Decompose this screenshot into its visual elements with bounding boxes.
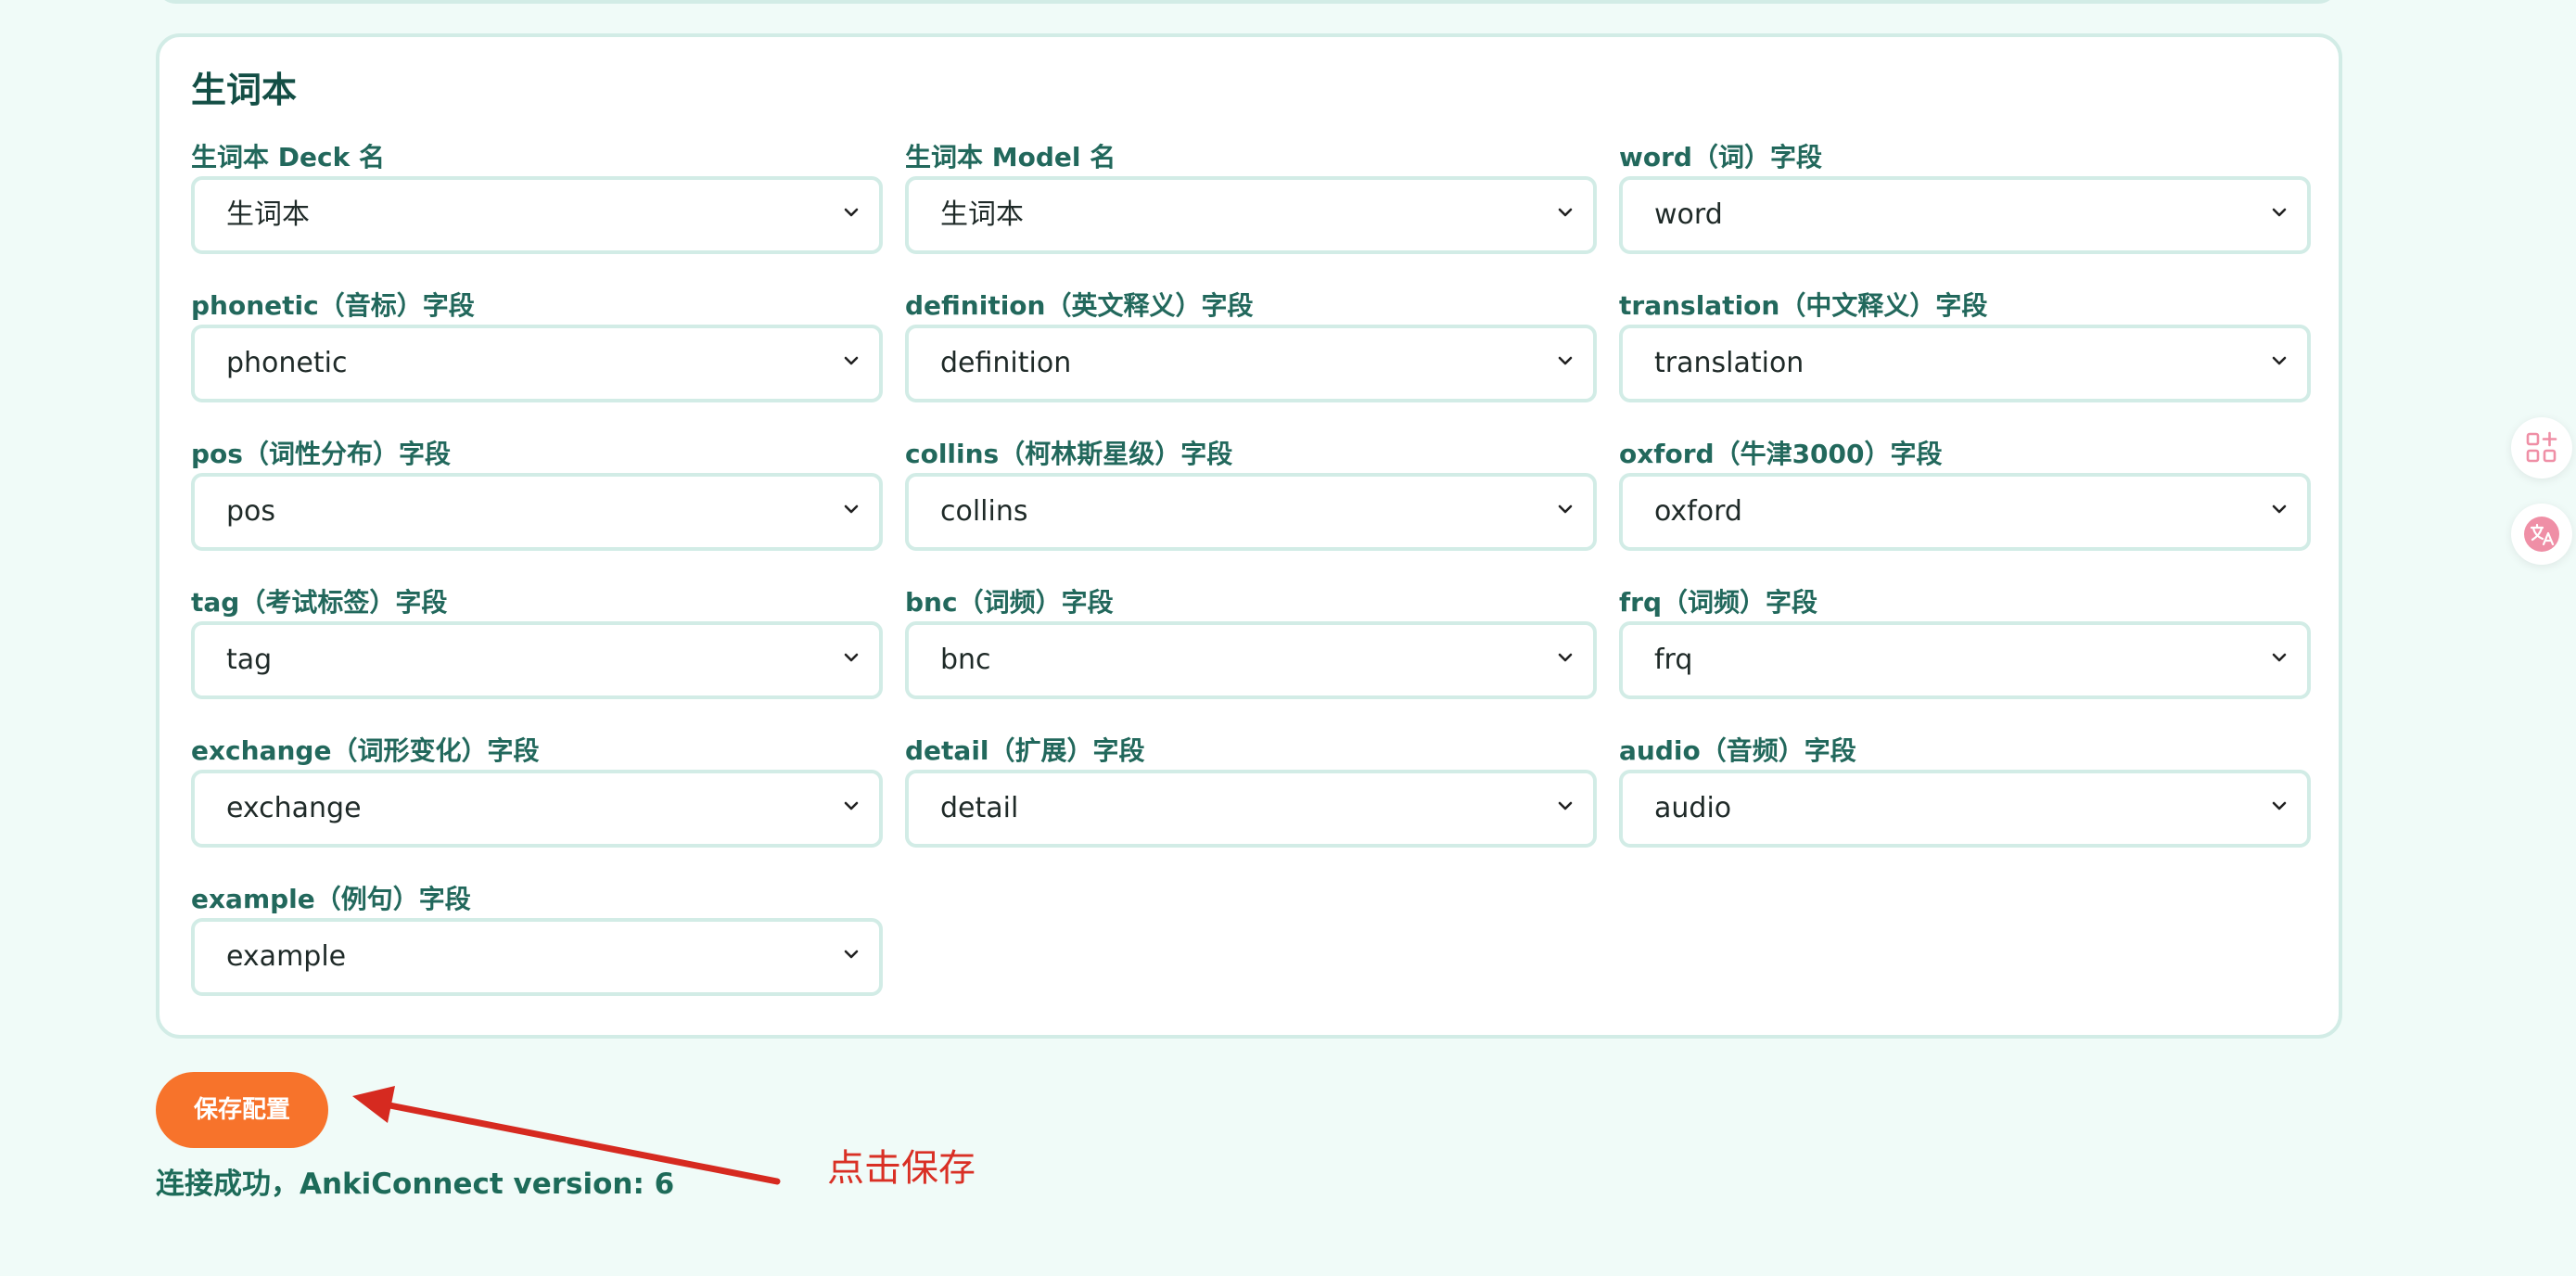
oxford-field-select[interactable]: oxford xyxy=(1619,473,2311,551)
translate-icon xyxy=(2524,517,2559,552)
annotation-label: 点击保存 xyxy=(827,1147,976,1190)
exchange-field-select[interactable]: exchange xyxy=(191,770,883,848)
chevron-down-icon xyxy=(1558,356,1573,365)
save-config-button[interactable]: 保存配置 xyxy=(156,1072,328,1148)
chevron-down-icon xyxy=(844,950,859,959)
field-tag: tag（考试标签）字段 tag xyxy=(191,587,883,699)
chevron-down-icon xyxy=(844,356,859,365)
connection-status: 连接成功，AnkiConnect version: 6 xyxy=(156,1168,675,1201)
field-audio: audio（音频）字段 audio xyxy=(1619,735,2311,848)
field-example: example（例句）字段 example xyxy=(191,884,883,996)
field-label: bnc（词频）字段 xyxy=(905,587,1114,618)
chevron-down-icon xyxy=(844,208,859,217)
select-value: collins xyxy=(940,495,1028,528)
field-label: example（例句）字段 xyxy=(191,884,471,914)
model-name-select[interactable]: 生词本 xyxy=(905,176,1597,254)
field-model-name: 生词本 Model 名 生词本 xyxy=(905,142,1597,254)
select-value: audio xyxy=(1654,792,1732,824)
select-value: oxford xyxy=(1654,495,1742,528)
select-value: definition xyxy=(940,347,1072,379)
select-value: exchange xyxy=(226,792,362,824)
frq-field-select[interactable]: frq xyxy=(1619,621,2311,699)
field-label: pos（词性分布）字段 xyxy=(191,439,451,469)
field-label: 生词本 Model 名 xyxy=(905,142,1116,172)
chevron-down-icon xyxy=(844,504,859,514)
bnc-field-select[interactable]: bnc xyxy=(905,621,1597,699)
chevron-down-icon xyxy=(2272,653,2287,662)
phonetic-field-select[interactable]: phonetic xyxy=(191,325,883,402)
example-field-select[interactable]: example xyxy=(191,918,883,996)
chevron-down-icon xyxy=(1558,208,1573,217)
field-label: definition（英文释义）字段 xyxy=(905,290,1254,321)
deck-name-select[interactable]: 生词本 xyxy=(191,176,883,254)
select-value: example xyxy=(226,940,347,973)
field-label: collins（柯林斯星级）字段 xyxy=(905,439,1233,469)
field-phonetic: phonetic（音标）字段 phonetic xyxy=(191,290,883,402)
field-label: translation（中文释义）字段 xyxy=(1619,290,1988,321)
tag-field-select[interactable]: tag xyxy=(191,621,883,699)
floating-apps-button[interactable] xyxy=(2511,417,2572,478)
detail-field-select[interactable]: detail xyxy=(905,770,1597,848)
field-deck-name: 生词本 Deck 名 生词本 xyxy=(191,142,883,254)
field-pos: pos（词性分布）字段 pos xyxy=(191,439,883,551)
field-frq: frq（词频）字段 frq xyxy=(1619,587,2311,699)
select-value: bnc xyxy=(940,644,991,676)
field-word: word（词）字段 word xyxy=(1619,142,2311,254)
chevron-down-icon xyxy=(1558,801,1573,810)
select-value: 生词本 xyxy=(940,198,1024,231)
field-definition: definition（英文释义）字段 definition xyxy=(905,290,1597,402)
select-value: detail xyxy=(940,792,1019,824)
select-value: translation xyxy=(1654,347,1804,379)
definition-field-select[interactable]: definition xyxy=(905,325,1597,402)
field-exchange: exchange（词形变化）字段 exchange xyxy=(191,735,883,848)
chevron-down-icon xyxy=(844,653,859,662)
field-label: word（词）字段 xyxy=(1619,142,1822,172)
floating-translate-button[interactable] xyxy=(2511,504,2572,565)
previous-section-card xyxy=(156,0,2339,4)
section-title: 生词本 xyxy=(191,70,298,110)
field-oxford: oxford（牛津3000）字段 oxford xyxy=(1619,439,2311,551)
field-label: frq（词频）字段 xyxy=(1619,587,1818,618)
chevron-down-icon xyxy=(2272,504,2287,514)
vocabulary-book-card: 生词本 生词本 Deck 名 生词本 生词本 Model 名 生词本 word（… xyxy=(156,33,2342,1039)
apps-add-icon xyxy=(2526,431,2557,463)
select-value: phonetic xyxy=(226,347,348,379)
pos-field-select[interactable]: pos xyxy=(191,473,883,551)
select-value: 生词本 xyxy=(226,198,310,231)
word-field-select[interactable]: word xyxy=(1619,176,2311,254)
field-label: detail（扩展）字段 xyxy=(905,735,1145,766)
select-value: word xyxy=(1654,198,1723,231)
field-label: tag（考试标签）字段 xyxy=(191,587,448,618)
chevron-down-icon xyxy=(1558,653,1573,662)
select-value: tag xyxy=(226,644,273,676)
field-label: oxford（牛津3000）字段 xyxy=(1619,439,1943,469)
field-bnc: bnc（词频）字段 bnc xyxy=(905,587,1597,699)
field-detail: detail（扩展）字段 detail xyxy=(905,735,1597,848)
select-value: pos xyxy=(226,495,276,528)
chevron-down-icon xyxy=(844,801,859,810)
chevron-down-icon xyxy=(1558,504,1573,514)
translation-field-select[interactable]: translation xyxy=(1619,325,2311,402)
field-label: audio（音频）字段 xyxy=(1619,735,1856,766)
field-label: exchange（词形变化）字段 xyxy=(191,735,540,766)
field-label: 生词本 Deck 名 xyxy=(191,142,385,172)
collins-field-select[interactable]: collins xyxy=(905,473,1597,551)
chevron-down-icon xyxy=(2272,801,2287,810)
field-collins: collins（柯林斯星级）字段 collins xyxy=(905,439,1597,551)
audio-field-select[interactable]: audio xyxy=(1619,770,2311,848)
select-value: frq xyxy=(1654,644,1693,676)
chevron-down-icon xyxy=(2272,356,2287,365)
field-label: phonetic（音标）字段 xyxy=(191,290,475,321)
chevron-down-icon xyxy=(2272,208,2287,217)
field-translation: translation（中文释义）字段 translation xyxy=(1619,290,2311,402)
